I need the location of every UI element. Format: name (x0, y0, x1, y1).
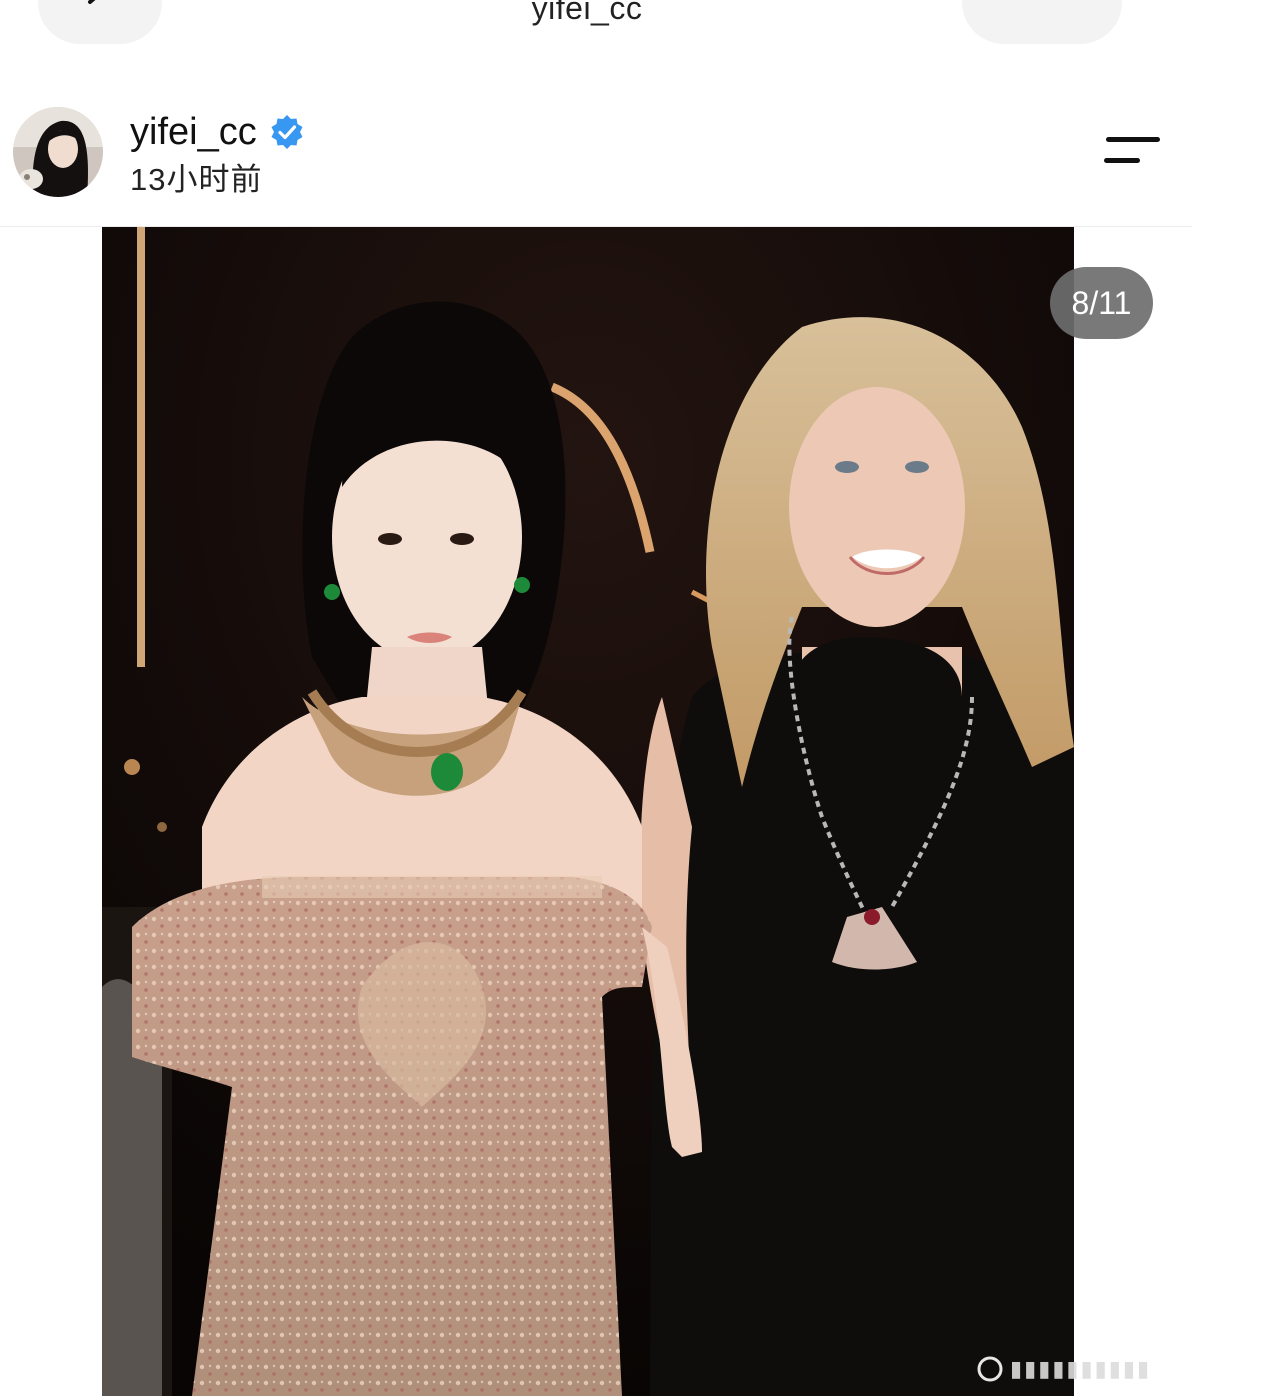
username-row: yifei_cc (130, 110, 305, 154)
menu-button[interactable] (1098, 132, 1162, 172)
top-bar: yifei_cc ▔ ▔▔ (0, 0, 1270, 50)
post-timestamp: 13小时前 (130, 162, 263, 197)
username[interactable]: yifei_cc (130, 110, 257, 154)
avatar[interactable] (13, 107, 103, 197)
watermark-logo-icon (977, 1356, 1003, 1382)
menu-icon-bar (1104, 158, 1140, 163)
post-header: yifei_cc 13小时前 (0, 100, 1192, 227)
more-button[interactable]: ▔ ▔▔ (962, 0, 1122, 44)
chevron-left-icon (88, 0, 96, 4)
verified-badge-icon (271, 115, 303, 149)
back-button[interactable] (38, 0, 162, 44)
menu-icon (1106, 137, 1160, 142)
post-image[interactable] (102, 227, 1074, 1396)
more-button-label: ▔ ▔▔ (1006, 0, 1076, 4)
watermark: ▮▮▮▮▮▮▮▮▮▮ (976, 1352, 1266, 1386)
page-title: yifei_cc (531, 0, 643, 26)
image-page-counter: 8/11 (1050, 267, 1153, 339)
watermark-text: ▮▮▮▮▮▮▮▮▮▮ (1010, 1356, 1152, 1381)
